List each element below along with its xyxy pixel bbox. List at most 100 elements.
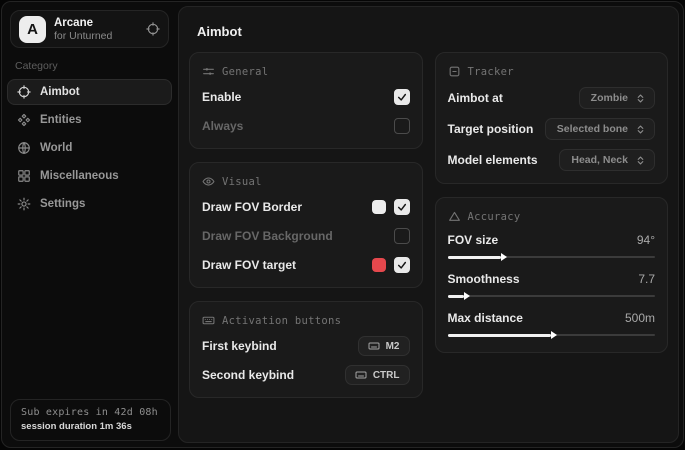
grid-icon (17, 169, 31, 183)
sidebar: A Arcane for Unturned Category Aimbot (2, 2, 177, 447)
eye-icon (202, 175, 215, 188)
setting-label: Smoothness (448, 272, 520, 286)
sidebar-item-label: World (40, 142, 72, 154)
right-column: Tracker Aimbot at Zombie Target position (435, 52, 669, 353)
crosshair-icon (17, 85, 31, 99)
visual-card: Visual Draw FOV Border Draw FOV Backgrou… (189, 162, 423, 288)
sliders-icon (202, 65, 215, 78)
general-card: General Enable Always (189, 52, 423, 149)
slider-track (448, 295, 656, 297)
setting-row-model-elements: Model elements Head, Neck (448, 149, 656, 171)
target-position-select[interactable]: Selected bone (545, 118, 655, 140)
card-title: Accuracy (468, 211, 521, 223)
subscription-info: Sub expires in 42d 08h session duration … (10, 399, 171, 441)
setting-label: FOV size (448, 233, 499, 247)
category-label: Category (15, 60, 177, 72)
sidebar-item-aimbot[interactable]: Aimbot (7, 79, 172, 105)
setting-row-smoothness: Smoothness 7.7 (448, 272, 656, 301)
sidebar-item-world[interactable]: World (7, 135, 172, 161)
enable-checkbox[interactable] (394, 89, 410, 105)
setting-label: Target position (448, 122, 534, 136)
keyboard-icon (368, 340, 380, 352)
model-elements-select[interactable]: Head, Neck (559, 149, 655, 171)
color-swatch[interactable] (372, 258, 386, 272)
setting-value: 500m (625, 311, 655, 325)
setting-value: 94° (637, 233, 655, 247)
app-name: Arcane (54, 17, 112, 29)
second-keybind-button[interactable]: CTRL (345, 365, 410, 385)
setting-label: Always (202, 119, 243, 133)
app-logo-letter: A (27, 21, 38, 38)
card-title: Visual (222, 176, 262, 188)
fov-target-checkbox[interactable] (394, 257, 410, 273)
sidebar-item-label: Entities (40, 114, 82, 126)
first-keybind-button[interactable]: M2 (358, 336, 410, 356)
globe-icon (17, 141, 31, 155)
setting-row-fov-size: FOV size 94° (448, 233, 656, 262)
setting-label: Draw FOV Border (202, 200, 302, 214)
smoothness-slider[interactable] (448, 291, 656, 301)
entities-icon (17, 113, 31, 127)
setting-row-fov-target: Draw FOV target (202, 255, 410, 275)
aimbot-at-select[interactable]: Zombie (579, 87, 655, 109)
setting-label: Second keybind (202, 368, 294, 382)
setting-row-target-position: Target position Selected bone (448, 118, 656, 140)
crosshair-icon[interactable] (146, 22, 160, 36)
card-title: Activation buttons (222, 315, 341, 327)
app-window: A Arcane for Unturned Category Aimbot (1, 1, 684, 448)
chevrons-up-down-icon (635, 155, 646, 166)
setting-label: First keybind (202, 339, 277, 353)
select-value: Selected bone (557, 123, 628, 135)
setting-row-fov-background: Draw FOV Background (202, 226, 410, 246)
sidebar-item-entities[interactable]: Entities (7, 107, 172, 133)
always-checkbox[interactable] (394, 118, 410, 134)
main-panel: Aimbot General Enable (178, 6, 679, 443)
setting-label: Aimbot at (448, 91, 503, 105)
sidebar-nav: Aimbot Entities World Miscellaneous (2, 79, 177, 217)
fov-background-checkbox[interactable] (394, 228, 410, 244)
app-header: A Arcane for Unturned (10, 10, 169, 48)
app-logo: A (19, 16, 46, 43)
session-duration-text: session duration 1m 36s (21, 421, 160, 432)
setting-label: Max distance (448, 311, 523, 325)
check-icon (397, 92, 407, 102)
activation-buttons-card: Activation buttons First keybind M2 Seco… (189, 301, 423, 398)
fov-size-slider[interactable] (448, 252, 656, 262)
app-subtitle: for Unturned (54, 30, 112, 42)
keyboard-icon (355, 369, 367, 381)
setting-value: 7.7 (638, 272, 655, 286)
check-icon (397, 260, 407, 270)
check-icon (397, 202, 407, 212)
keybind-value: CTRL (373, 370, 400, 381)
triangle-icon (448, 210, 461, 223)
keybind-value: M2 (386, 341, 400, 352)
setting-row-fov-border: Draw FOV Border (202, 197, 410, 217)
slider-fill[interactable] (448, 295, 465, 298)
left-column: General Enable Always (189, 52, 423, 398)
max-distance-slider[interactable] (448, 330, 656, 340)
fov-border-checkbox[interactable] (394, 199, 410, 215)
setting-label: Enable (202, 90, 241, 104)
chevrons-up-down-icon (635, 93, 646, 104)
slider-fill[interactable] (448, 334, 552, 337)
color-swatch[interactable] (372, 200, 386, 214)
setting-row-second-keybind: Second keybind CTRL (202, 365, 410, 385)
page-title: Aimbot (197, 24, 668, 39)
setting-row-enable: Enable (202, 87, 410, 107)
card-title: General (222, 66, 268, 78)
setting-row-max-distance: Max distance 500m (448, 311, 656, 340)
keyboard-icon (202, 314, 215, 327)
sidebar-item-label: Aimbot (40, 86, 80, 98)
setting-row-first-keybind: First keybind M2 (202, 336, 410, 356)
sidebar-item-label: Miscellaneous (40, 170, 119, 182)
sub-expires-text: Sub expires in 42d 08h (21, 407, 160, 418)
setting-label: Draw FOV target (202, 258, 296, 272)
sidebar-item-miscellaneous[interactable]: Miscellaneous (7, 163, 172, 189)
sidebar-item-settings[interactable]: Settings (7, 191, 172, 217)
tracker-card: Tracker Aimbot at Zombie Target position (435, 52, 669, 184)
accuracy-card: Accuracy FOV size 94° (435, 197, 669, 353)
setting-label: Model elements (448, 153, 538, 167)
setting-label: Draw FOV Background (202, 229, 333, 243)
setting-row-aimbot-at: Aimbot at Zombie (448, 87, 656, 109)
slider-fill[interactable] (448, 256, 502, 259)
